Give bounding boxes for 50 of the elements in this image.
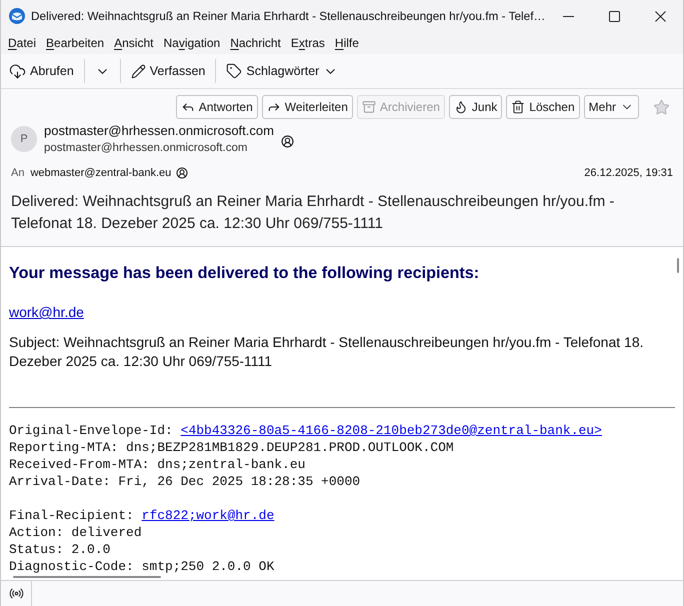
message-subject: Delivered: Weihnachtsgruß an Reiner Maria Ehrhardt - Stellenauschreibeungen hr/you.fm - Telefonat 18. Dezeber 2025 ca. 12:30 Uhr 069/755-1111: [11, 192, 616, 234]
to-label: An: [11, 167, 24, 179]
tag-icon: [226, 63, 242, 79]
menu-item[interactable]: Extras: [286, 33, 330, 53]
report-line: Received-From-MTA: dns;zentral-bank.eu: [9, 457, 306, 472]
menu-item[interactable]: Nachricht: [225, 33, 286, 53]
scrollbar-thumb[interactable]: [13, 576, 161, 578]
report-link[interactable]: rfc822;work@hr.de: [142, 508, 274, 523]
tags-button[interactable]: Schlagwörter: [222, 58, 342, 84]
delete-button[interactable]: Löschen: [506, 95, 580, 119]
menu-item[interactable]: Navigation: [158, 33, 226, 53]
menu-item[interactable]: Bearbeiten: [41, 33, 110, 53]
contact-icon[interactable]: [280, 135, 294, 148]
sender-avatar: P: [11, 126, 37, 152]
forward-button[interactable]: Weiterleiten: [262, 95, 353, 119]
report-field-label: Original-Envelope-Id:: [9, 423, 173, 438]
archive-icon: [362, 100, 376, 114]
reply-button[interactable]: Antworten: [176, 95, 258, 119]
menu-item[interactable]: Datei: [3, 33, 42, 53]
window-title: Delivered: Weihnachtsgruß an Reiner Maria Ehrhardt - Stellenauschreibeungen hr/you.fm - Telef…: [31, 9, 546, 23]
contact-icon[interactable]: [176, 167, 188, 179]
delivery-heading: Your message has been delivered to the following recipients:: [9, 263, 480, 283]
recipient-address[interactable]: webmaster@zentral-bank.eu: [30, 167, 172, 179]
report-line: Action: delivered: [9, 525, 142, 540]
junk-button[interactable]: Junk: [448, 95, 502, 119]
pencil-icon: [130, 64, 146, 78]
scrollbar-thumb[interactable]: [677, 258, 679, 273]
subject-paragraph: Subject: Weihnachtsgruß an Reiner Maria Ehrhardt - Stellenauschreibeungen hr/you.fm - Telefonat 18. Dezeber 2025 ca. 12:30 Uhr 069/755-1111: [9, 333, 644, 371]
app-logo-icon: [9, 8, 25, 24]
close-icon: [654, 10, 666, 22]
menu-item[interactable]: Hilfe: [330, 33, 364, 53]
trash-icon: [511, 100, 526, 114]
flame-icon: [454, 100, 468, 114]
report-line: Diagnostic-Code: smtp;250 2.0.0 OK: [9, 559, 274, 574]
message-date: 26.12.2025, 19:31: [584, 167, 673, 179]
report-line: Arrival-Date: Fri, 26 Dec 2025 18:28:35 +0000: [9, 474, 360, 489]
report-field-label: Final-Recipient:: [9, 508, 134, 523]
online-status-icon[interactable]: [8, 586, 24, 601]
more-button[interactable]: Mehr: [584, 95, 639, 119]
cloud-download-icon: [9, 62, 26, 80]
recipient-link[interactable]: work@hr.de: [9, 304, 84, 320]
report-line: Status: 2.0.0: [9, 542, 110, 557]
report-link[interactable]: <4bb43326-80a5-4166-8208-210beb273de0@zentral-bank.eu>: [180, 423, 602, 438]
report-line: Reporting-MTA: dns;BEZP281MB1829.DEUP281.PROD.OUTLOOK.COM: [9, 440, 454, 455]
compose-button[interactable]: Verfassen: [126, 58, 210, 84]
get-messages-button[interactable]: Abrufen: [5, 58, 78, 84]
sender-name[interactable]: postmaster@hrhessen.onmicrosoft.com: [44, 123, 274, 138]
menu-item[interactable]: Ansicht: [109, 33, 158, 53]
maximize-icon: [608, 10, 620, 22]
sender-email: postmaster@hrhessen.onmicrosoft.com: [44, 142, 248, 154]
